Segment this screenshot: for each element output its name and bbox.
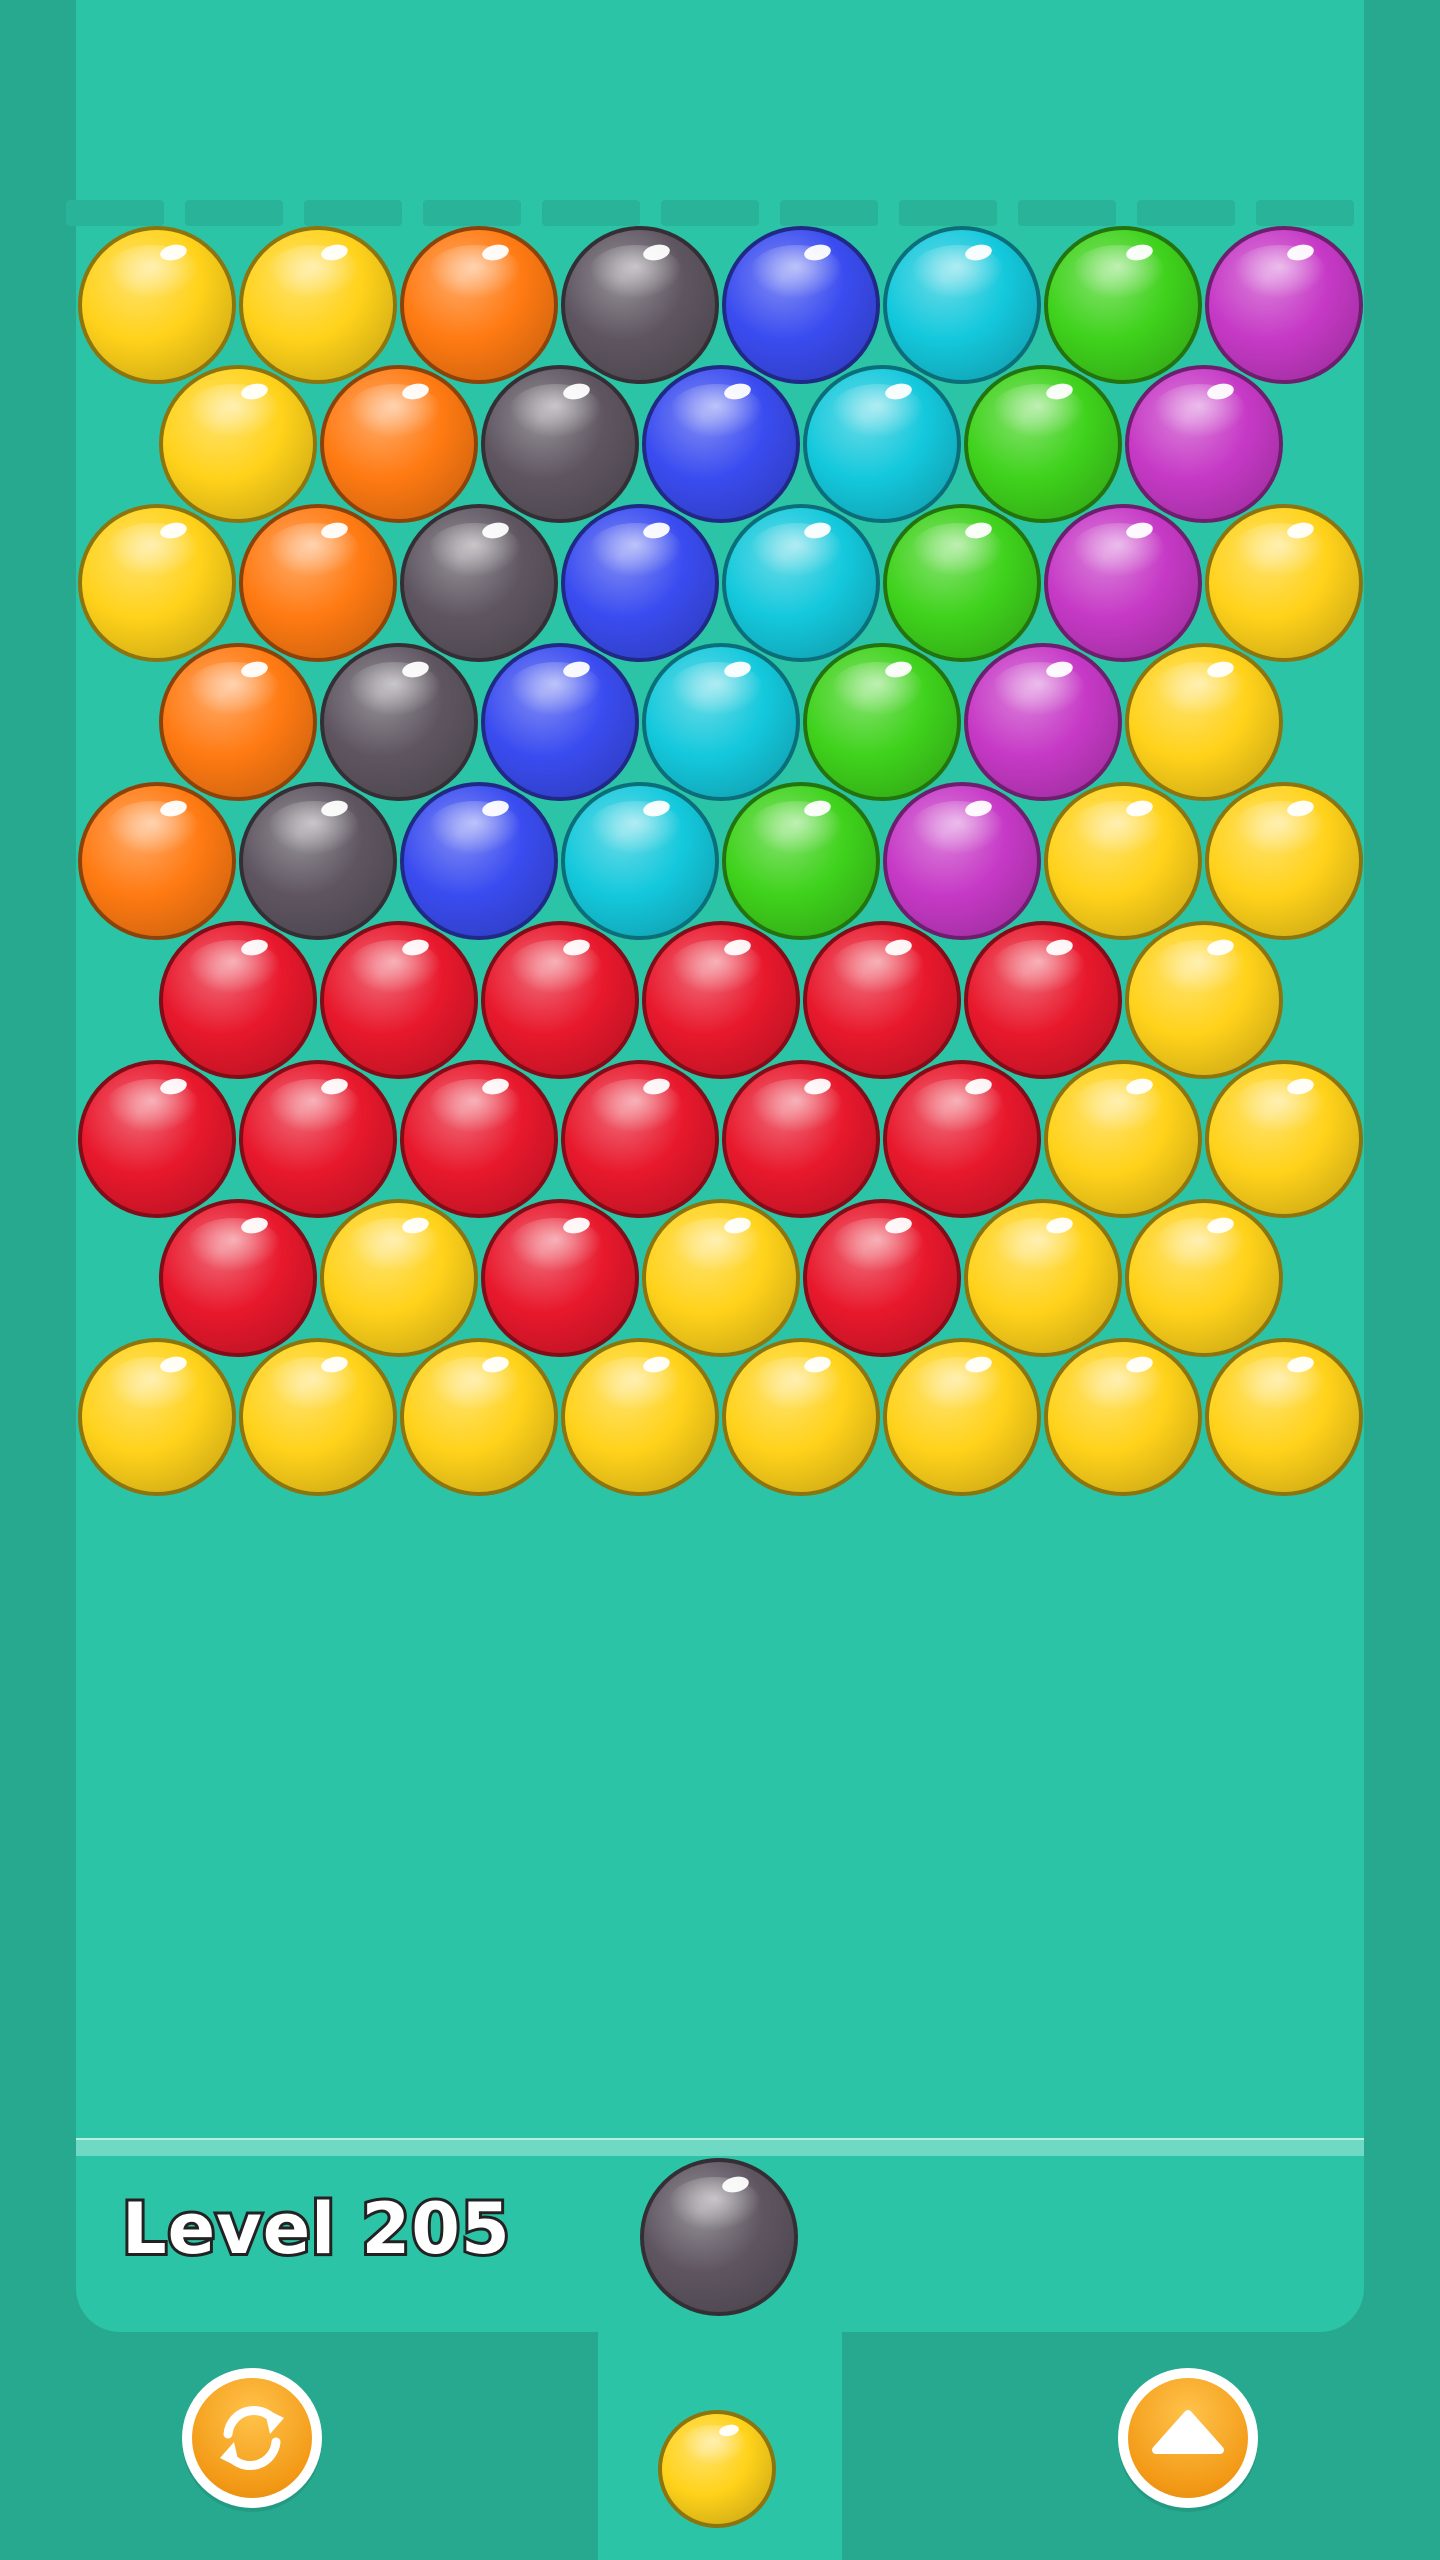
level-label: Level 205 bbox=[119, 2185, 513, 2273]
bubble-yellow bbox=[1124, 1199, 1283, 1357]
bubble-magenta bbox=[883, 782, 1041, 940]
bubble-yellow bbox=[239, 226, 397, 384]
bubble-blue bbox=[480, 643, 639, 801]
bubble-yellow bbox=[1205, 1338, 1363, 1496]
bubble-yellow bbox=[963, 1199, 1122, 1357]
bubble-red bbox=[480, 921, 639, 1079]
bubble-cyan bbox=[802, 365, 961, 523]
bubble-red bbox=[158, 1199, 317, 1357]
bubble-orange bbox=[319, 365, 478, 523]
bubble-red bbox=[158, 921, 317, 1079]
bubble-magenta bbox=[1124, 365, 1283, 523]
bubble-green bbox=[802, 643, 961, 801]
bubble-red bbox=[400, 1060, 558, 1218]
bubble-orange bbox=[400, 226, 558, 384]
bubble-yellow bbox=[1205, 504, 1363, 662]
bubble-red bbox=[802, 1199, 961, 1357]
bubble-green bbox=[963, 365, 1122, 523]
bubble-yellow bbox=[78, 504, 236, 662]
bubble-blue bbox=[561, 504, 719, 662]
bubble-red bbox=[319, 921, 478, 1079]
bubble-red bbox=[963, 921, 1122, 1079]
playfield[interactable]: Level 205 bbox=[66, 0, 1364, 2332]
bubble-yellow bbox=[1044, 1060, 1202, 1218]
swap-bubble-button[interactable] bbox=[182, 2368, 322, 2508]
bubble-magenta bbox=[1044, 504, 1202, 662]
bubble-gray bbox=[239, 782, 397, 940]
bubble-gray bbox=[480, 365, 639, 523]
bubble-magenta bbox=[963, 643, 1122, 801]
swap-arrows-icon bbox=[220, 2406, 284, 2470]
bubble-red bbox=[802, 921, 961, 1079]
bubble-red bbox=[78, 1060, 236, 1218]
bubble-yellow bbox=[78, 1338, 236, 1496]
bubble-yellow bbox=[400, 1338, 558, 1496]
chevron-up-icon bbox=[1152, 2410, 1224, 2454]
bubble-yellow bbox=[78, 226, 236, 384]
bubble-orange bbox=[239, 504, 397, 662]
bubble-yellow bbox=[1205, 1060, 1363, 1218]
bubble-cyan bbox=[722, 504, 880, 662]
bubble-red bbox=[239, 1060, 397, 1218]
bubble-yellow bbox=[158, 365, 317, 523]
bubble-yellow bbox=[239, 1338, 397, 1496]
bubble-yellow bbox=[1124, 921, 1283, 1079]
bubble-cyan bbox=[883, 226, 1041, 384]
next-bubble bbox=[658, 2410, 776, 2528]
bubble-red bbox=[883, 1060, 1041, 1218]
bubble-yellow bbox=[1124, 643, 1283, 801]
bubble-yellow bbox=[1044, 782, 1202, 940]
bubble-green bbox=[1044, 226, 1202, 384]
bubble-blue bbox=[722, 226, 880, 384]
shooter-bubble[interactable] bbox=[640, 2158, 798, 2316]
bubble-red bbox=[722, 1060, 880, 1218]
bubble-green bbox=[883, 504, 1041, 662]
bubble-yellow bbox=[883, 1338, 1041, 1496]
bubble-blue bbox=[400, 782, 558, 940]
bubble-green bbox=[722, 782, 880, 940]
bubble-red bbox=[561, 1060, 719, 1218]
bubble-blue bbox=[641, 365, 800, 523]
bubble-yellow bbox=[722, 1338, 880, 1496]
bubble-cyan bbox=[641, 643, 800, 801]
bubble-gray bbox=[319, 643, 478, 801]
bubble-red bbox=[480, 1199, 639, 1357]
bubble-gray bbox=[400, 504, 558, 662]
bubble-orange bbox=[158, 643, 317, 801]
bubble-gray bbox=[561, 226, 719, 384]
shooter-base-line bbox=[76, 2138, 1364, 2156]
bubble-cyan bbox=[561, 782, 719, 940]
bubble-yellow bbox=[1044, 1338, 1202, 1496]
bubble-yellow bbox=[319, 1199, 478, 1357]
bubble-orange bbox=[78, 782, 236, 940]
bubble-yellow bbox=[641, 1199, 800, 1357]
bubble-red bbox=[641, 921, 800, 1079]
bubble-yellow bbox=[1205, 782, 1363, 940]
bubble-magenta bbox=[1205, 226, 1363, 384]
bubble-yellow bbox=[561, 1338, 719, 1496]
bubble-grid[interactable] bbox=[76, 0, 1364, 2332]
aim-up-button[interactable] bbox=[1118, 2368, 1258, 2508]
